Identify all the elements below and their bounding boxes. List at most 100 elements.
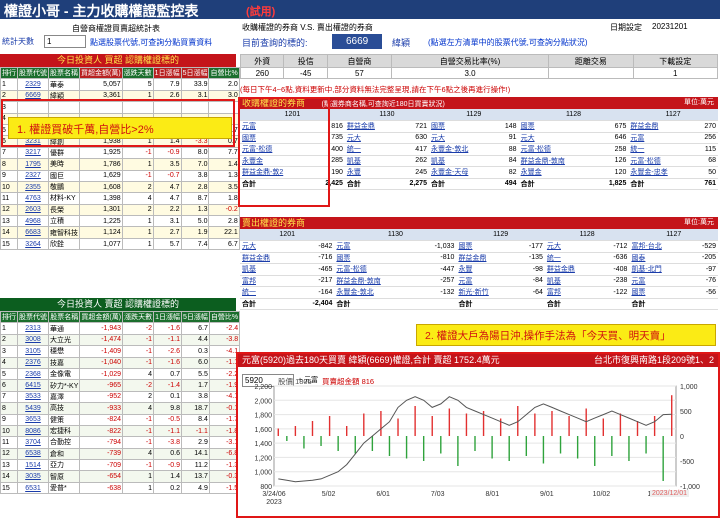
broker-name[interactable]: 元大 — [428, 132, 494, 144]
left-hint: 點選股票代號,可查詢分點買賣資料 — [90, 38, 213, 47]
sell-stock-code[interactable]: 2368 — [17, 367, 49, 381]
broker-name[interactable]: 統一 — [344, 143, 396, 156]
broker-amount: 82 — [493, 166, 519, 179]
buy-stock-code[interactable]: 3217 — [17, 146, 49, 160]
sell-stock-code[interactable]: 3105 — [17, 345, 49, 358]
app-title: 權證小哥 - 主力收購權證監控表 — [4, 3, 199, 19]
broker-name[interactable]: 國票 — [629, 286, 688, 299]
broker-name[interactable]: 統一 — [240, 286, 295, 299]
broker-name[interactable]: 元大 — [518, 132, 595, 144]
broker-name[interactable]: 凱基 — [428, 155, 494, 167]
broker-name[interactable]: 元大 — [240, 240, 295, 253]
broker-name[interactable]: 統一 — [628, 143, 694, 156]
broker-name[interactable]: 群益金鼎 — [544, 263, 599, 276]
broker-amount: 258 — [594, 143, 629, 156]
buy-stock-code[interactable]: 4763 — [17, 192, 49, 205]
broker-name[interactable]: 群益金鼎 — [628, 120, 694, 133]
broker-name[interactable]: 國票 — [334, 252, 417, 264]
broker-name[interactable]: 元富 — [628, 132, 694, 144]
broker-name[interactable]: 群益金鼎 — [344, 120, 396, 133]
buy-stock-code[interactable]: 2603 — [17, 203, 49, 217]
broker-name[interactable]: 群益金鼎-敦南 — [518, 155, 595, 167]
broker-name[interactable]: 永豐金-敦北 — [428, 143, 494, 156]
broker-amount: 148 — [493, 120, 519, 133]
buy-stock-code[interactable]: 2327 — [17, 169, 49, 182]
broker-name[interactable]: 富邦-台北 — [629, 240, 688, 253]
broker-name[interactable]: 國泰 — [629, 252, 688, 264]
broker-name[interactable]: 元富-松德 — [518, 143, 595, 156]
sell-stock-code[interactable]: 1514 — [17, 459, 49, 472]
sell-cell: 0.1 — [153, 390, 182, 404]
broker-name[interactable]: 凱基 — [240, 263, 295, 276]
broker-name[interactable]: 凱基 — [344, 155, 396, 167]
sell-cell: 華通 — [47, 322, 81, 335]
sell-stock-code[interactable]: 3653 — [17, 413, 49, 426]
buy-col-5: 1日漲幅 — [152, 66, 182, 80]
sell-stock-code[interactable]: 8086 — [17, 424, 49, 438]
sell-stock-code[interactable]: 2313 — [17, 322, 49, 335]
broker-name[interactable]: 新光-新竹 — [456, 286, 515, 299]
x-tick-label: 2023 — [266, 499, 282, 506]
sell-stock-code[interactable]: 3035 — [17, 470, 49, 483]
sell-cell: 穩懋 — [47, 345, 81, 358]
sell-stock-code[interactable]: 5439 — [17, 402, 49, 415]
broker-name[interactable]: 統一 — [544, 252, 599, 264]
sell-stock-code[interactable]: 6531 — [17, 481, 49, 495]
trial-badge: (試用) — [246, 6, 276, 18]
buy-cell: 7.7 — [208, 146, 240, 160]
buy-stock-code[interactable]: 4968 — [17, 215, 49, 228]
broker-name[interactable]: 元富-松德 — [628, 155, 694, 167]
query-label: 目前查詢的標的: — [242, 38, 308, 48]
broker-name[interactable]: 國票 — [518, 120, 595, 133]
broker-name[interactable]: 永豐金 — [518, 166, 595, 179]
broker-name[interactable]: 富邦 — [240, 275, 295, 287]
buy-stock-code[interactable]: 6683 — [17, 226, 49, 239]
buy-cell: -0.7 — [152, 169, 182, 182]
sell-row: 6 6415 矽力*-KY -965 -2 -1.4 1.7 -1.9 — [0, 379, 241, 392]
broker-name[interactable]: 元富-松德 — [334, 263, 417, 276]
broker-name[interactable]: 國票 — [428, 120, 494, 133]
sell-stock-code[interactable]: 3008 — [17, 333, 49, 347]
broker-amount: 115 — [693, 143, 718, 156]
broker-name[interactable]: 群益金鼎 — [240, 252, 295, 264]
broker-name[interactable]: 永豐 — [344, 166, 396, 179]
broker-name[interactable]: 國票 — [456, 240, 515, 253]
days-select[interactable]: 1 — [44, 35, 86, 48]
broker-name[interactable]: 群益金鼎 — [456, 252, 515, 264]
x-tick-label: 10/02 — [593, 491, 611, 498]
broker-name[interactable]: 群益金鼎-敦南 — [334, 275, 417, 287]
buy-stock-code[interactable]: 2355 — [17, 180, 49, 194]
sell-stock-code[interactable]: 3704 — [17, 436, 49, 449]
date-value[interactable]: 20231201 — [652, 22, 688, 31]
buy-cell: 1,301 — [79, 203, 123, 217]
sell-stock-code[interactable]: 6538 — [17, 447, 49, 461]
sell-stock-code[interactable]: 6415 — [17, 379, 49, 392]
broker-name[interactable]: 永豐 — [456, 263, 515, 276]
buy-cell: 1,225 — [79, 215, 123, 228]
sell-stock-code[interactable]: 3533 — [17, 390, 49, 404]
broker-name[interactable]: 元富 — [456, 275, 515, 287]
broker-name[interactable]: 富邦 — [544, 286, 599, 299]
sell-cell: -1 — [122, 413, 155, 426]
sell-row: 2 3008 大立光 -1,474 -1 -1.1 4.4 -3.8 — [0, 333, 241, 347]
broker-name[interactable]: 永豐金-忠孝 — [628, 166, 694, 179]
buy-cell: 1 — [121, 226, 154, 239]
chart-svg: 2,200 2,000 1,800 1,600 1,400 1,200 1,000 800 1,… — [254, 384, 699, 506]
broker-name[interactable]: 永豐金-天母 — [428, 166, 494, 179]
broker-name[interactable]: 元大 — [344, 132, 396, 144]
sell-cell: 7 — [0, 390, 18, 404]
sell-cell: 矽力*-KY — [47, 379, 81, 392]
broker-name[interactable]: 元大 — [544, 240, 599, 253]
buy-stock-code[interactable]: 2329 — [17, 78, 49, 91]
buy-cell: 1.8 — [208, 192, 240, 205]
buy-stock-code[interactable]: 1795 — [17, 158, 49, 171]
broker-name[interactable]: 元富 — [334, 240, 417, 253]
broker-name[interactable]: 元富 — [629, 275, 688, 287]
broker-name[interactable]: 凱基-北門 — [629, 263, 688, 276]
broker-name[interactable]: 凱基 — [544, 275, 599, 287]
chart-title: 元富(5920)過去180天買賣 緯穎(6669)權證,合計 賣超 1752.4… — [238, 354, 718, 367]
sell-stock-code[interactable]: 2376 — [17, 356, 49, 369]
broker-name[interactable]: 永豐金-敦北 — [334, 286, 417, 299]
buy-stock-code[interactable]: 3264 — [17, 237, 49, 251]
buy-cell: 2 — [121, 203, 154, 217]
